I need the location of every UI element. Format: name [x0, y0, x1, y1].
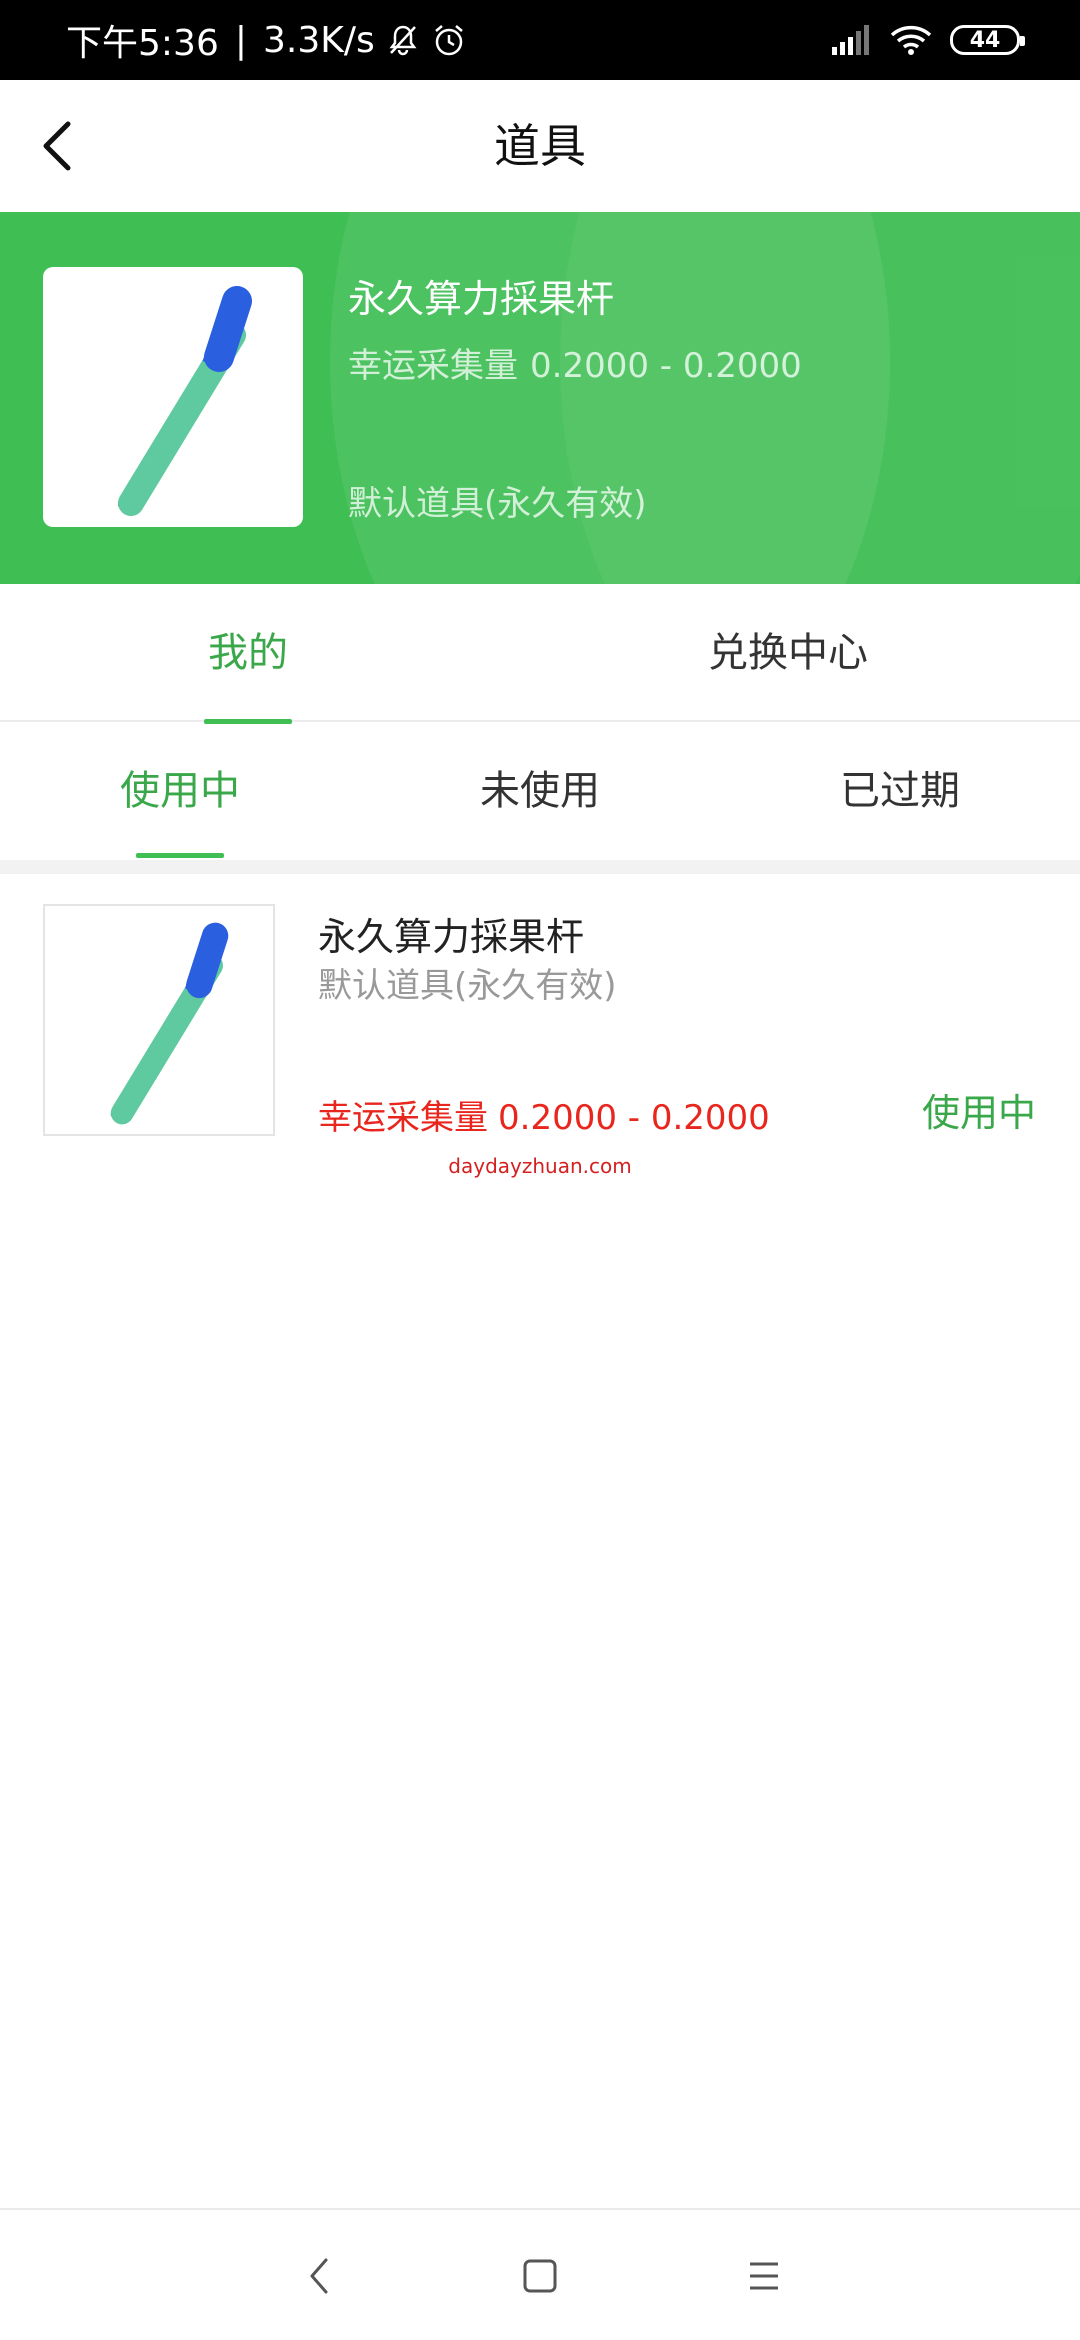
- status-left: 下午5:36 | 3.3K/s: [66, 0, 467, 80]
- nav-menu-button[interactable]: [742, 2254, 786, 2298]
- tab-label: 使用中: [120, 768, 240, 814]
- app-header: 道具: [0, 80, 1080, 212]
- banner-luck-label: 幸运采集量: [348, 346, 518, 386]
- chevron-left-icon: [43, 121, 71, 171]
- menu-icon: [750, 2262, 778, 2290]
- main-tabs: 我的 兑换中心: [0, 584, 1080, 724]
- banner-default-label: 默认道具(永久有效): [348, 484, 647, 524]
- status-time: 下午5:36: [66, 23, 219, 64]
- fruit-pole-icon: [118, 286, 252, 516]
- fruit-pole-icon: [110, 922, 229, 1125]
- status-bar: 下午5:36 | 3.3K/s 44: [0, 0, 1080, 80]
- sub-tabs: 使用中 未使用 已过期: [0, 722, 1080, 860]
- wifi-icon: [890, 25, 932, 55]
- tab-mine[interactable]: 我的: [0, 584, 496, 724]
- banner-tool-name: 永久算力採果杆: [348, 277, 615, 321]
- watermark: daydayzhuan.com: [448, 1154, 632, 1178]
- banner-decoration: [560, 212, 1080, 584]
- nav-back-button[interactable]: [298, 2254, 342, 2298]
- signal-icon: [832, 25, 869, 55]
- network-speed: 3.3K/s: [262, 19, 375, 61]
- alarm-icon: [431, 22, 467, 58]
- system-nav-bar: [0, 2208, 1080, 2340]
- item-luck-label: 幸运采集量: [318, 1098, 488, 1138]
- back-icon: [310, 2258, 328, 2294]
- tab-indicator: [136, 853, 224, 858]
- tab-label: 未使用: [480, 768, 600, 814]
- battery-level: 44: [969, 27, 1001, 53]
- home-icon: [523, 2259, 557, 2293]
- tab-label: 我的: [208, 630, 288, 676]
- item-default-label: 默认道具(永久有效): [318, 966, 617, 1006]
- tab-label: 兑换中心: [708, 630, 868, 676]
- item-status[interactable]: 使用中: [922, 1082, 1036, 1137]
- tab-unused[interactable]: 未使用: [360, 722, 720, 860]
- tab-expired[interactable]: 已过期: [720, 722, 1080, 860]
- tool-image: [43, 267, 303, 527]
- nav-home-button[interactable]: [518, 2254, 562, 2298]
- battery-icon: 44: [950, 25, 1025, 55]
- tab-exchange-center[interactable]: 兑换中心: [540, 584, 1036, 722]
- bell-off-icon: [385, 22, 421, 58]
- current-tool-banner: 永久算力採果杆 幸运采集量 0.2000 - 0.2000 默认道具(永久有效): [0, 212, 1080, 584]
- list-item[interactable]: 永久算力採果杆 默认道具(永久有效) 幸运采集量 0.2000 - 0.2000 …: [0, 874, 1080, 1154]
- status-separator: |: [234, 19, 247, 61]
- item-image: [43, 904, 275, 1136]
- item-luck: 幸运采集量 0.2000 - 0.2000: [318, 1090, 770, 1139]
- page-title: 道具: [494, 119, 586, 173]
- banner-luck: 幸运采集量 0.2000 - 0.2000: [348, 338, 802, 387]
- item-name: 永久算力採果杆: [318, 915, 585, 959]
- item-luck-value: 0.2000 - 0.2000: [498, 1098, 770, 1138]
- tab-in-use[interactable]: 使用中: [0, 722, 360, 860]
- section-divider: [0, 860, 1080, 874]
- tab-label: 已过期: [840, 768, 960, 814]
- status-right: 44: [812, 0, 1025, 80]
- banner-luck-value: 0.2000 - 0.2000: [530, 346, 802, 386]
- back-button[interactable]: [30, 116, 90, 176]
